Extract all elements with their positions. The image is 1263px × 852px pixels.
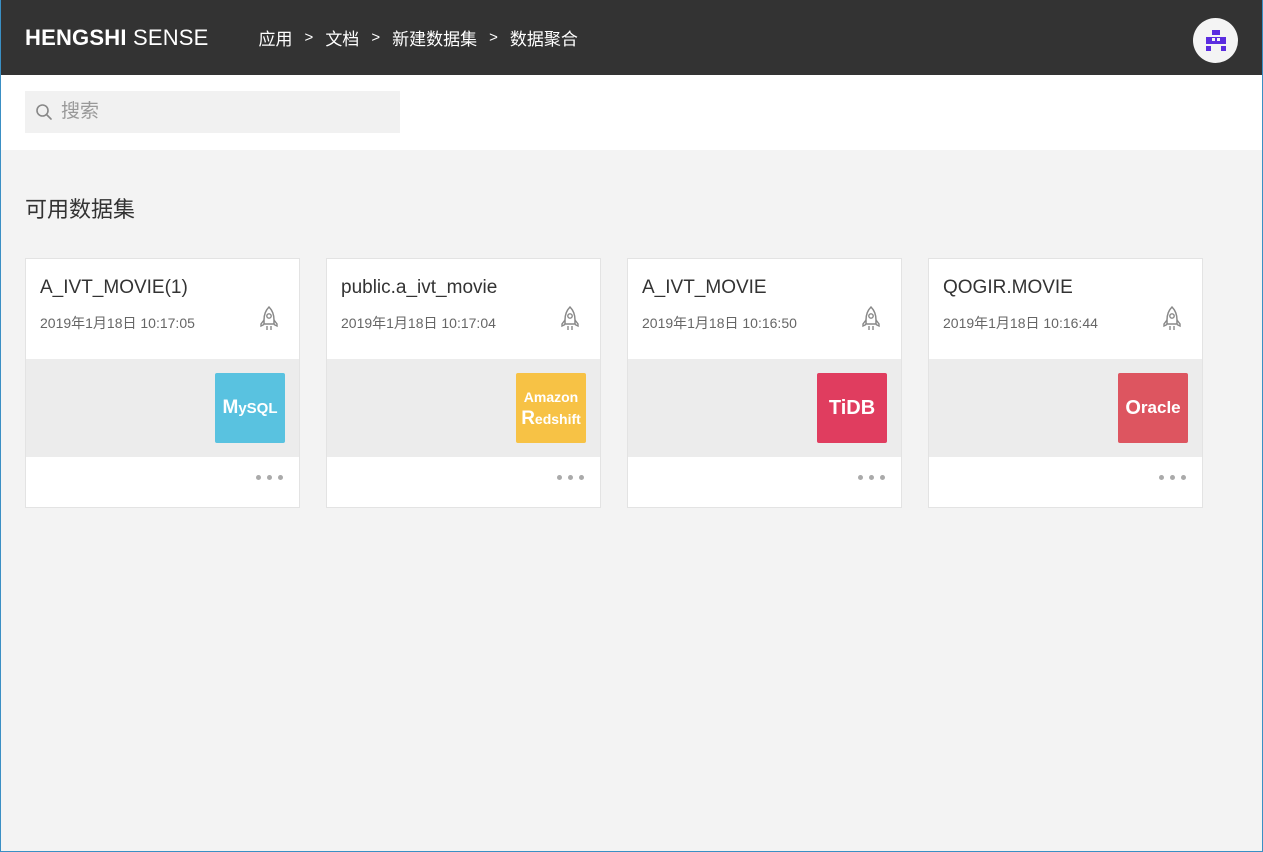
dataset-date: 2019年1月18日 10:17:05	[40, 315, 195, 331]
dataset-title: QOGIR.MOVIE	[943, 277, 1073, 298]
breadcrumb-item-docs[interactable]: 文档	[325, 25, 359, 50]
logo-text: O	[1125, 396, 1141, 419]
search-bar-area	[0, 75, 1263, 150]
brand-name-strong: HENGSHI	[25, 24, 127, 50]
card-source-area: Amazon Redshift	[327, 359, 600, 457]
tidb-logo-icon: TiDB	[817, 373, 887, 443]
oracle-logo-icon: Oracle	[1118, 373, 1188, 443]
dataset-date: 2019年1月18日 10:16:50	[642, 315, 797, 331]
card-header: A_IVT_MOVIE 2019年1月18日 10:16:50	[628, 259, 901, 359]
dataset-card[interactable]: A_IVT_MOVIE 2019年1月18日 10:16:50 TiDB	[627, 258, 902, 508]
brand-name-light: SENSE	[132, 24, 209, 50]
dataset-card-list: A_IVT_MOVIE(1) 2019年1月18日 10:17:05 My SQL…	[25, 258, 1203, 508]
rocket-icon[interactable]	[859, 305, 883, 333]
logo-text: R	[521, 408, 535, 429]
card-footer	[628, 457, 901, 507]
more-options-icon[interactable]	[858, 475, 885, 480]
more-options-icon[interactable]	[557, 475, 584, 480]
brand-logo[interactable]: HENGSHI SENSE	[25, 25, 209, 51]
breadcrumb-item-data-aggregation[interactable]: 数据聚合	[510, 25, 578, 50]
breadcrumb-separator: >	[489, 29, 498, 46]
card-header: QOGIR.MOVIE 2019年1月18日 10:16:44	[929, 259, 1202, 359]
more-options-icon[interactable]	[256, 475, 283, 480]
logo-text: Amazon	[523, 389, 579, 405]
search-icon	[36, 104, 52, 120]
breadcrumb-item-new-dataset[interactable]: 新建数据集	[392, 25, 477, 50]
rocket-icon[interactable]	[257, 305, 281, 333]
dataset-card[interactable]: QOGIR.MOVIE 2019年1月18日 10:16:44 Oracle	[928, 258, 1203, 508]
card-header: public.a_ivt_movie 2019年1月18日 10:17:04	[327, 259, 600, 359]
logo-text: racle	[1140, 398, 1181, 417]
card-source-area: Oracle	[929, 359, 1202, 457]
logo-text: edshift	[534, 411, 581, 427]
dataset-card[interactable]: public.a_ivt_movie 2019年1月18日 10:17:04 A…	[326, 258, 601, 508]
search-box[interactable]	[25, 91, 400, 133]
dataset-card[interactable]: A_IVT_MOVIE(1) 2019年1月18日 10:17:05 My SQL	[25, 258, 300, 508]
pixel-avatar-icon	[1205, 29, 1226, 51]
amazon-redshift-logo-icon: Amazon Redshift	[516, 373, 586, 443]
mysql-logo-icon: My SQL	[215, 373, 285, 443]
breadcrumb-separator: >	[371, 29, 381, 46]
breadcrumb: 应用 > 文档 > 新建数据集 > 数据聚合	[259, 25, 578, 50]
rocket-icon[interactable]	[1160, 305, 1184, 333]
logo-text: M	[222, 397, 239, 418]
card-footer	[26, 457, 299, 507]
rocket-icon[interactable]	[558, 305, 582, 333]
user-avatar[interactable]	[1193, 18, 1238, 63]
card-source-area: My SQL	[26, 359, 299, 457]
logo-text: TiDB	[828, 396, 876, 419]
logo-text: SQL	[246, 399, 278, 417]
dataset-title: A_IVT_MOVIE	[642, 277, 767, 298]
section-title-available-datasets: 可用数据集	[25, 197, 136, 222]
card-header: A_IVT_MOVIE(1) 2019年1月18日 10:17:05	[26, 259, 299, 359]
top-header: HENGSHI SENSE 应用 > 文档 > 新建数据集 > 数据聚合	[0, 0, 1263, 75]
dataset-title: public.a_ivt_movie	[341, 277, 498, 298]
breadcrumb-separator: >	[304, 29, 314, 46]
dataset-title: A_IVT_MOVIE(1)	[40, 277, 188, 298]
card-footer	[327, 457, 600, 507]
logo-text: y	[238, 399, 247, 417]
dataset-date: 2019年1月18日 10:16:44	[943, 315, 1098, 331]
more-options-icon[interactable]	[1159, 475, 1186, 480]
dataset-date: 2019年1月18日 10:17:04	[341, 315, 496, 331]
card-footer	[929, 457, 1202, 507]
search-input[interactable]	[61, 101, 381, 123]
breadcrumb-item-apps[interactable]: 应用	[259, 25, 293, 50]
card-source-area: TiDB	[628, 359, 901, 457]
